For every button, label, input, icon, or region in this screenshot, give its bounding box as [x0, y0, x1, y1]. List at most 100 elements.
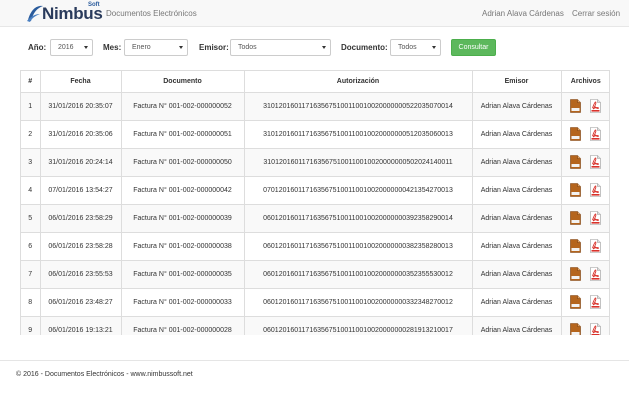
table-row: 6 06/01/2016 23:58:28 Factura N° 001-002-0…	[21, 231, 609, 261]
xml-file-icon[interactable]	[570, 183, 582, 197]
pdf-file-icon[interactable]	[590, 267, 602, 281]
pdf-file-icon[interactable]	[590, 295, 602, 309]
row-document: Factura N° 001-002-000000028	[120, 315, 245, 335]
row-files	[560, 203, 609, 233]
xml-file-icon[interactable]	[570, 267, 582, 281]
chevron-down-icon	[432, 46, 436, 49]
row-date: 31/01/2016 20:35:07	[39, 91, 122, 121]
year-select-value: 2016	[58, 44, 74, 51]
nav-title-link[interactable]: Documentos Electrónicos	[106, 9, 197, 19]
xml-file-icon[interactable]	[570, 323, 582, 335]
row-issuer: Adrian Alava Cárdenas	[471, 231, 562, 261]
row-issuer: Adrian Alava Cárdenas	[471, 91, 562, 121]
document-label: Documento:	[341, 43, 388, 52]
row-document: Factura N° 001-002-000000039	[120, 203, 245, 233]
issuer-select-value: Todos	[238, 44, 257, 51]
table-header-row: # Fecha Documento Autorización Emisor Ar…	[21, 71, 609, 93]
table-row: 1 31/01/2016 20:35:07 Factura N° 001-002-0…	[21, 91, 609, 121]
navbar: Nimbus Soft Documentos Electrónicos Adri…	[0, 0, 629, 27]
file-links	[570, 155, 602, 169]
row-files	[560, 259, 609, 289]
file-links	[570, 239, 602, 253]
documents-table-container[interactable]: # Fecha Documento Autorización Emisor Ar…	[20, 70, 610, 335]
chevron-down-icon	[322, 46, 326, 49]
month-select[interactable]: Enero	[124, 39, 188, 56]
row-date: 31/01/2016 20:24:14	[39, 147, 122, 177]
row-date: 06/01/2016 23:58:29	[39, 203, 122, 233]
row-number: 5	[21, 203, 41, 233]
pdf-file-icon[interactable]	[590, 211, 602, 225]
xml-file-icon[interactable]	[570, 295, 582, 309]
chevron-down-icon	[179, 46, 183, 49]
row-number: 8	[21, 287, 41, 317]
file-links	[570, 183, 602, 197]
row-number: 2	[21, 119, 41, 149]
xml-file-icon[interactable]	[570, 239, 582, 253]
pdf-file-icon[interactable]	[590, 323, 602, 335]
pdf-file-icon[interactable]	[590, 239, 602, 253]
filter-bar: Año: 2016 Mes: Enero Emisor: Todos Docum…	[0, 38, 629, 58]
logout-link[interactable]: Cerrar sesión	[572, 9, 620, 19]
table-row: 3 31/01/2016 20:24:14 Factura N° 001-002-0…	[21, 147, 609, 177]
row-document: Factura N° 001-002-000000033	[120, 287, 245, 317]
row-issuer: Adrian Alava Cárdenas	[471, 119, 562, 149]
year-select[interactable]: 2016	[50, 39, 93, 56]
row-files	[560, 315, 609, 335]
row-files	[560, 175, 609, 205]
issuer-select[interactable]: Todos	[230, 39, 331, 56]
file-links	[570, 99, 602, 113]
brand-logo[interactable]: Nimbus Soft	[26, 2, 103, 26]
row-issuer: Adrian Alava Cárdenas	[471, 175, 562, 205]
row-number: 9	[21, 315, 41, 335]
xml-file-icon[interactable]	[570, 99, 582, 113]
row-document: Factura N° 001-002-000000051	[120, 119, 245, 149]
table-row: 5 06/01/2016 23:58:29 Factura N° 001-002-0…	[21, 203, 609, 233]
row-files	[560, 287, 609, 317]
row-issuer: Adrian Alava Cárdenas	[471, 147, 562, 177]
footer-divider	[0, 360, 629, 361]
documents-table: # Fecha Documento Autorización Emisor Ar…	[21, 71, 609, 335]
file-links	[570, 323, 602, 335]
nav-user-link[interactable]: Adrian Alava Cárdenas	[482, 9, 564, 19]
column-header: Archivos	[560, 71, 609, 93]
file-links	[570, 127, 602, 141]
row-number: 6	[21, 231, 41, 261]
row-date: 06/01/2016 23:48:27	[39, 287, 122, 317]
row-date: 06/01/2016 23:58:28	[39, 231, 122, 261]
row-files	[560, 119, 609, 149]
row-authorization: 0601201601171635675100110010020000000281…	[243, 315, 473, 335]
file-links	[570, 295, 602, 309]
xml-file-icon[interactable]	[570, 211, 582, 225]
row-issuer: Adrian Alava Cárdenas	[471, 315, 562, 335]
row-authorization: 3101201601171635675100110010020000000522…	[243, 91, 473, 121]
pdf-file-icon[interactable]	[590, 99, 602, 113]
month-label: Mes:	[103, 43, 122, 52]
column-header: #	[21, 71, 41, 93]
row-files	[560, 91, 609, 121]
row-document: Factura N° 001-002-000000052	[120, 91, 245, 121]
row-number: 3	[21, 147, 41, 177]
row-authorization: 0601201601171635675100110010020000000382…	[243, 231, 473, 261]
xml-file-icon[interactable]	[570, 127, 582, 141]
row-date: 06/01/2016 19:13:21	[39, 315, 122, 335]
xml-file-icon[interactable]	[570, 155, 582, 169]
table-row: 7 06/01/2016 23:55:53 Factura N° 001-002-0…	[21, 259, 609, 289]
row-authorization: 0601201601171635675100110010020000000352…	[243, 259, 473, 289]
row-number: 1	[21, 91, 41, 121]
row-date: 31/01/2016 20:35:06	[39, 119, 122, 149]
pdf-file-icon[interactable]	[590, 155, 602, 169]
chevron-down-icon	[84, 46, 88, 49]
pdf-file-icon[interactable]	[590, 127, 602, 141]
document-select-value: Todos	[398, 44, 417, 51]
row-document: Factura N° 001-002-000000050	[120, 147, 245, 177]
row-date: 07/01/2016 13:54:27	[39, 175, 122, 205]
file-links	[570, 211, 602, 225]
pdf-file-icon[interactable]	[590, 183, 602, 197]
consultar-button[interactable]: Consultar	[451, 39, 496, 56]
row-authorization: 3101201601171635675100110010020000000502…	[243, 147, 473, 177]
document-select[interactable]: Todos	[390, 39, 441, 56]
column-header: Emisor	[471, 71, 562, 93]
row-authorization: 0601201601171635675100110010020000000392…	[243, 203, 473, 233]
row-document: Factura N° 001-002-000000042	[120, 175, 245, 205]
table-row: 9 06/01/2016 19:13:21 Factura N° 001-002-0…	[21, 315, 609, 335]
